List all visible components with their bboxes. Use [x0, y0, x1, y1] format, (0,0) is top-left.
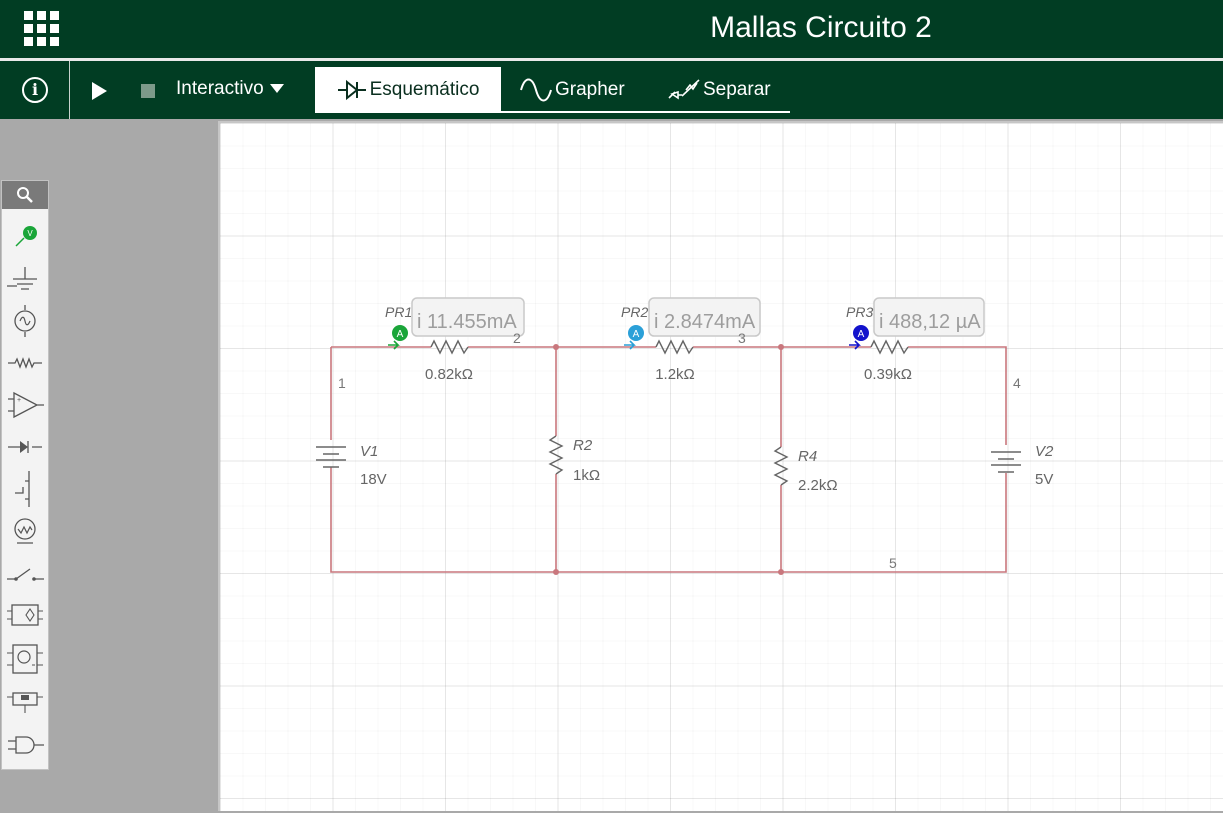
tab-esquematico[interactable]: Esquemático [315, 67, 501, 113]
play-icon[interactable] [92, 82, 107, 100]
probe-label: PR2 [621, 304, 648, 320]
palette-ground[interactable] [2, 259, 48, 299]
node-label: 4 [1013, 375, 1021, 391]
palette-search[interactable] [2, 181, 48, 209]
component-value: 18V [360, 471, 387, 488]
transistor-icon [15, 471, 30, 507]
node-label: 2 [513, 330, 521, 346]
mode-label: Interactivo [176, 78, 264, 99]
ground-icon [7, 267, 37, 290]
component-name: R4 [798, 448, 817, 465]
resistor-value: 0.39kΩ [864, 366, 912, 383]
toolbar-divider [69, 61, 70, 119]
component-value: 2.2kΩ [798, 477, 838, 494]
component-value: 5V [1035, 471, 1053, 488]
palette-opamp[interactable]: + [2, 385, 48, 425]
palette-diode[interactable] [2, 427, 48, 467]
palette-relay-block[interactable] [2, 681, 48, 721]
palette-and-gate[interactable] [2, 725, 48, 765]
and-gate-icon [8, 736, 44, 754]
probe-reading: i 11.455mA [417, 311, 517, 333]
resistor-symbols[interactable] [430, 339, 909, 486]
palette-meter-block[interactable] [2, 639, 48, 679]
caret-down-icon [269, 84, 284, 94]
palette-lamp[interactable] [2, 511, 48, 551]
palette-resistor[interactable] [2, 343, 48, 383]
resistor-icon [8, 357, 42, 369]
split-view-icon [668, 79, 700, 100]
tab-underline [315, 111, 790, 113]
relay-block-icon [7, 692, 43, 713]
component-value: 1kΩ [573, 467, 600, 484]
schematic-canvas[interactable]: A A A i 11.455mA i 2.8474mA i 488,12 µA … [218, 121, 1223, 811]
lamp-icon [14, 518, 36, 544]
component-name: V1 [360, 443, 378, 460]
tab-separar[interactable]: Separar [668, 67, 771, 113]
info-icon[interactable]: i [22, 77, 48, 103]
component-palette: V + [1, 180, 49, 770]
switch-icon [7, 568, 44, 581]
diode-schematic-icon [337, 79, 366, 101]
tab-label: Esquemático [369, 79, 480, 100]
mode-dropdown[interactable]: Interactivo [176, 78, 284, 100]
probe-badge: A [633, 329, 640, 340]
sine-wave-icon [520, 78, 552, 102]
voltage-probe-icon: V [15, 226, 37, 247]
palette-transistor[interactable] [2, 469, 48, 509]
tab-label: Separar [703, 79, 771, 100]
ic-block-icon [7, 604, 43, 626]
opamp-icon: + [8, 391, 44, 419]
toolbar: i Interactivo Esquemático Grapher Separa… [0, 61, 1223, 119]
page-title: Mallas Circuito 2 [710, 11, 932, 44]
node-label: 3 [738, 330, 746, 346]
component-name: V2 [1035, 443, 1054, 460]
ac-source-icon [14, 305, 36, 337]
svg-text:V: V [27, 229, 33, 238]
search-icon [17, 187, 33, 203]
palette-ac-source[interactable] [2, 301, 48, 341]
resistor-value: 1.2kΩ [655, 366, 695, 383]
node-label: 5 [889, 555, 897, 571]
probe-badge: A [397, 329, 404, 340]
title-bar: Mallas Circuito 2 [0, 0, 1223, 58]
svg-text:+: + [17, 397, 21, 404]
palette-switch[interactable] [2, 553, 48, 593]
palette-voltage-probe[interactable]: V [2, 215, 48, 255]
stop-icon[interactable] [141, 84, 155, 98]
probe-label: PR3 [846, 304, 873, 320]
tab-label: Grapher [555, 79, 625, 100]
diode-icon [8, 441, 42, 453]
probe-reading: i 488,12 µA [879, 311, 981, 333]
probe-label: PR1 [385, 304, 412, 320]
component-name: R2 [573, 437, 593, 454]
tab-grapher[interactable]: Grapher [520, 67, 625, 113]
battery-symbols[interactable] [316, 446, 1021, 473]
meter-block-icon [7, 644, 43, 674]
probe-badge: A [858, 329, 865, 340]
circuit-diagram[interactable]: A A A i 11.455mA i 2.8474mA i 488,12 µA … [220, 123, 1223, 813]
node-label: 1 [338, 375, 346, 391]
resistor-value: 0.82kΩ [425, 366, 473, 383]
palette-ic-block[interactable] [2, 595, 48, 635]
